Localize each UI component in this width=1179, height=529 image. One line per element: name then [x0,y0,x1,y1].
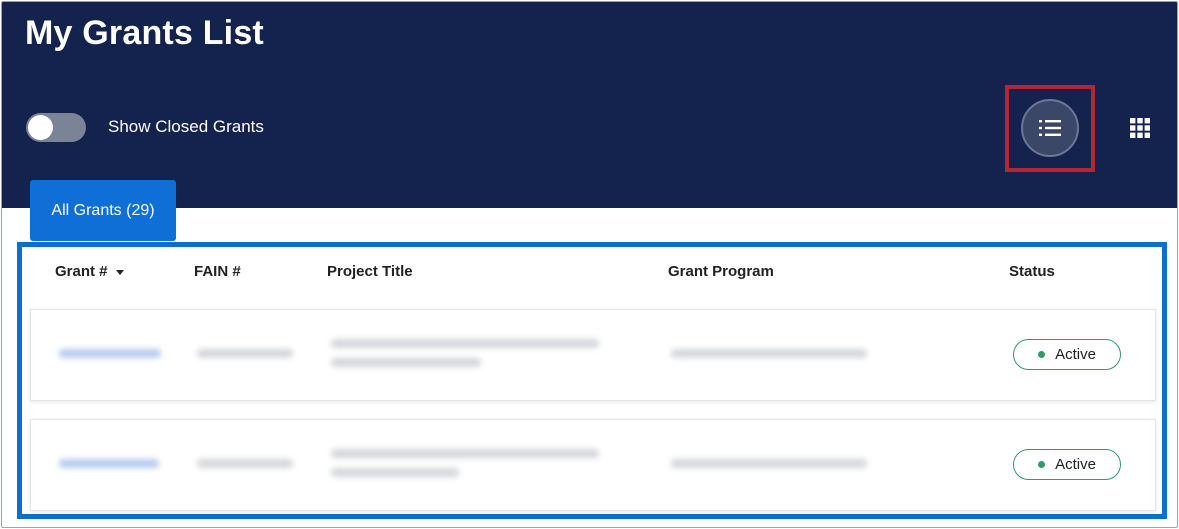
status-badge: Active [1013,339,1121,370]
list-view-button[interactable] [1021,99,1079,157]
grant-number-link[interactable] [59,349,161,358]
status-dot-icon [1038,461,1046,468]
show-closed-grants-toggle[interactable] [26,113,86,142]
status-badge: Active [1013,449,1121,480]
status-label: Active [1055,346,1096,363]
page-title: My Grants List [25,14,264,52]
column-header-grant-number[interactable]: Grant # [55,263,124,280]
column-header-label: Grant # [55,263,108,280]
column-header-fain[interactable]: FAIN # [194,263,241,280]
column-header-status[interactable]: Status [1009,263,1055,280]
grant-number-link[interactable] [59,459,159,468]
grid-view-button[interactable] [1128,116,1152,140]
project-title-value [331,339,599,348]
grants-page: My Grants List Show Closed Grants All Gr… [1,1,1178,528]
project-title-value-line2 [331,358,481,367]
status-label: Active [1055,456,1096,473]
table-row[interactable]: Active [30,309,1156,401]
grant-program-value [671,349,867,358]
project-title-value [331,449,599,458]
project-title-value-line2 [331,468,459,477]
column-header-project-title[interactable]: Project Title [327,263,413,280]
table-row[interactable]: Active [30,419,1156,511]
status-dot-icon [1038,351,1046,358]
grid-icon [1130,118,1150,138]
column-header-grant-program[interactable]: Grant Program [668,263,774,280]
list-icon [1039,120,1061,136]
page-header: My Grants List Show Closed Grants [2,2,1177,208]
sort-caret-down-icon [115,269,124,275]
tab-all-grants[interactable]: All Grants (29) [30,180,176,241]
show-closed-grants-label: Show Closed Grants [108,117,264,136]
grant-program-value [671,459,867,468]
grants-table: Grant # FAIN # Project Title Grant Progr… [17,242,1167,519]
fain-value [197,349,293,358]
fain-value [197,459,293,468]
toggle-knob [28,115,53,140]
